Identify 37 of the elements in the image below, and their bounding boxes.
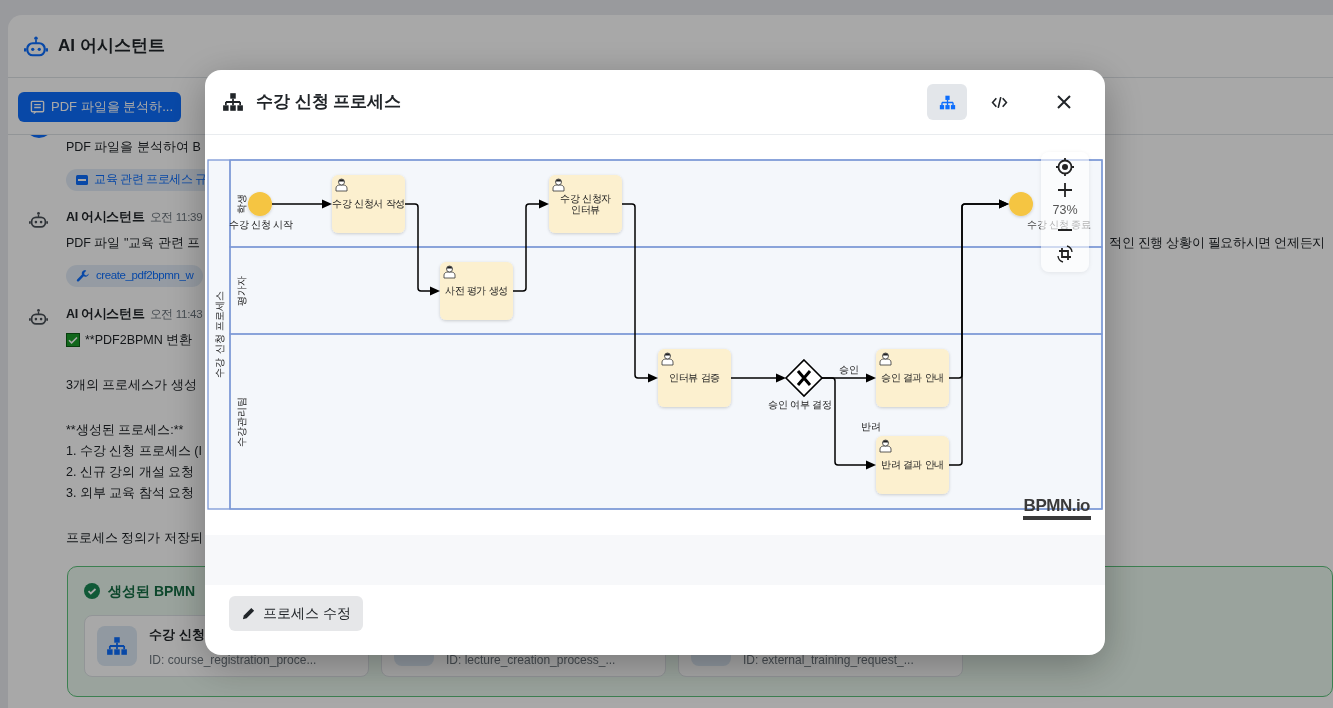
modal-title: 수강 신청 프로세스 xyxy=(256,91,402,114)
zoom-level: 73% xyxy=(1052,202,1078,219)
message-text: 적인 진행 상황이 필요하시면 언제든지 xyxy=(1109,234,1325,252)
flow-label: 반려 xyxy=(861,420,881,432)
task-label: 인터뷰 검증 xyxy=(669,372,720,383)
lane-label: 평가자 xyxy=(236,275,247,306)
message-text: PDF 파일을 분석하여 B xyxy=(66,139,201,156)
message-text: 3개의 프로세스가 생성 xyxy=(66,376,197,394)
gateway-label: 승인 여부 결정 xyxy=(768,399,832,410)
message-text: PDF 파일 "교육 관련 프 xyxy=(66,234,201,252)
event-label: 수강 신청 종료 xyxy=(1027,219,1091,230)
task-label: 사전 평가 생성 xyxy=(445,285,508,296)
message-text: 3. 외부 교육 참석 요청 xyxy=(66,484,195,502)
event-label: 수강 신청 시작 xyxy=(229,219,293,230)
process-id: ID: course_registration_proce... xyxy=(149,651,317,669)
message-text: 2. 신규 강의 개설 요청 xyxy=(66,463,195,481)
sender-name: AI 어시스턴트 xyxy=(66,306,145,321)
process-name: 수강 신청 xyxy=(149,625,206,644)
task-label: 수강 신청자 인터뷰 xyxy=(560,193,611,215)
message-time: 오전 11:43 xyxy=(149,307,203,320)
pool-label: 수강 신청 프로세스 xyxy=(214,291,225,378)
panel-title: 생성된 BPMN xyxy=(108,581,196,601)
message-text: **생성된 프로세스:** xyxy=(66,421,184,439)
task-label: 반려 결과 안내 xyxy=(881,459,944,470)
process-id: ID: external_training_request_... xyxy=(743,651,914,669)
process-id: ID: lecture_creation_process_... xyxy=(446,651,616,669)
task-label: 승인 결과 안내 xyxy=(881,372,944,383)
message-time: 오전 11:39 xyxy=(149,210,203,223)
message-text: 1. 수강 신청 프로세스 (I xyxy=(66,442,202,460)
page-title: AI 어시스턴트 xyxy=(58,35,165,58)
task-label: 수강 신청서 작성 xyxy=(332,198,405,209)
lane-label: 수강관리팀 xyxy=(236,396,247,447)
lane-label: 학생 xyxy=(236,193,247,214)
message-text: 프로세스 정의가 저장되 xyxy=(66,529,203,547)
message-text: **PDF2BPMN 변환 xyxy=(85,331,193,349)
flow-label: 승인 xyxy=(839,364,859,375)
sender-name: AI 어시스턴트 xyxy=(66,209,145,224)
